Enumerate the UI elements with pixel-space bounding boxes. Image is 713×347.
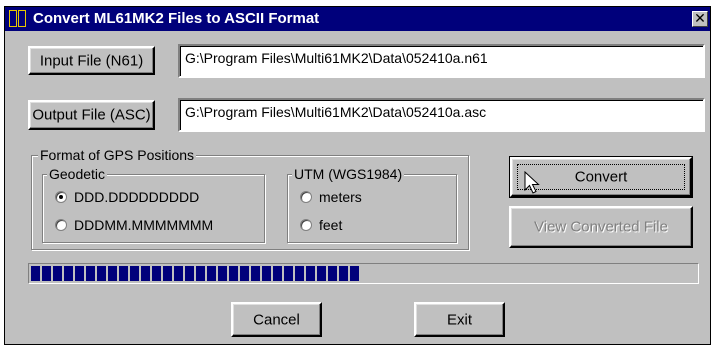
radio-feet-label: feet bbox=[319, 217, 343, 233]
progress-block bbox=[240, 266, 249, 281]
gps-format-group-label: Format of GPS Positions bbox=[38, 147, 197, 163]
exit-button-label: Exit bbox=[446, 311, 472, 328]
input-file-button-label: Input File (N61) bbox=[39, 52, 144, 69]
progress-block bbox=[273, 266, 282, 281]
app-icon bbox=[9, 10, 29, 28]
progress-block bbox=[119, 266, 128, 281]
radio-meters[interactable]: meters bbox=[300, 189, 362, 205]
progress-block bbox=[130, 266, 139, 281]
radio-dddmm-decimal-label: DDDMM.MMMMMMM bbox=[74, 217, 214, 233]
progress-block bbox=[163, 266, 172, 281]
progress-block bbox=[75, 266, 84, 281]
progress-block bbox=[64, 266, 73, 281]
progress-block bbox=[317, 266, 326, 281]
geodetic-group-label: Geodetic bbox=[47, 166, 108, 182]
radio-feet[interactable]: feet bbox=[300, 217, 342, 233]
progress-block bbox=[152, 266, 161, 281]
progress-block bbox=[207, 266, 216, 281]
convert-dialog: Convert ML61MK2 Files to ASCII Format ✕ … bbox=[4, 6, 711, 345]
progress-block bbox=[328, 266, 337, 281]
exit-button[interactable]: Exit bbox=[414, 302, 505, 337]
radio-dddmm-decimal[interactable]: DDDMM.MMMMMMM bbox=[55, 217, 213, 233]
view-converted-file-button-label: View Converted File bbox=[534, 218, 668, 236]
input-file-field[interactable]: G:\Program Files\Multi61MK2\Data\052410a… bbox=[178, 44, 705, 78]
progress-block bbox=[174, 266, 183, 281]
title-bar: Convert ML61MK2 Files to ASCII Format ✕ bbox=[5, 7, 710, 31]
radio-ddd-decimal[interactable]: DDD.DDDDDDDDD bbox=[55, 189, 199, 205]
cancel-button-label: Cancel bbox=[253, 311, 300, 328]
progress-block bbox=[86, 266, 95, 281]
radio-meters-label: meters bbox=[319, 189, 362, 205]
cancel-button[interactable]: Cancel bbox=[231, 302, 322, 337]
progress-block bbox=[284, 266, 293, 281]
progress-block bbox=[262, 266, 271, 281]
window-title: Convert ML61MK2 Files to ASCII Format bbox=[33, 10, 320, 27]
progress-block bbox=[42, 266, 51, 281]
progress-block bbox=[108, 266, 117, 281]
gps-format-group: Format of GPS Positions Geodetic DDD.DDD… bbox=[31, 147, 469, 250]
progress-block bbox=[306, 266, 315, 281]
radio-unchecked-icon bbox=[300, 191, 312, 203]
progress-fill bbox=[31, 266, 696, 281]
progress-block bbox=[350, 266, 359, 281]
mouse-pointer-icon bbox=[524, 171, 540, 194]
radio-unchecked-icon bbox=[55, 219, 67, 231]
radio-unchecked-icon bbox=[300, 219, 312, 231]
progress-block bbox=[251, 266, 260, 281]
progress-block bbox=[185, 266, 194, 281]
progress-block bbox=[196, 266, 205, 281]
progress-block bbox=[53, 266, 62, 281]
progress-block bbox=[229, 266, 238, 281]
utm-group: UTM (WGS1984) meters feet bbox=[287, 166, 457, 243]
output-file-button-label: Output File (ASC) bbox=[32, 106, 151, 124]
progress-block bbox=[218, 266, 227, 281]
output-file-button[interactable]: Output File (ASC) bbox=[28, 100, 155, 130]
close-icon[interactable]: ✕ bbox=[692, 11, 708, 27]
progress-block bbox=[141, 266, 150, 281]
output-file-field[interactable]: G:\Program Files\Multi61MK2\Data\052410a… bbox=[178, 98, 705, 132]
input-file-button[interactable]: Input File (N61) bbox=[28, 46, 155, 75]
geodetic-group: Geodetic DDD.DDDDDDDDD DDDMM.MMMMMMM bbox=[42, 166, 265, 243]
conversion-progress-bar bbox=[28, 263, 699, 284]
progress-block bbox=[339, 266, 348, 281]
utm-group-label: UTM (WGS1984) bbox=[292, 166, 405, 182]
progress-block bbox=[295, 266, 304, 281]
view-converted-file-button[interactable]: View Converted File bbox=[509, 206, 693, 248]
progress-block bbox=[97, 266, 106, 281]
radio-checked-icon bbox=[55, 191, 67, 203]
radio-ddd-decimal-label: DDD.DDDDDDDDD bbox=[74, 189, 200, 205]
progress-block bbox=[31, 266, 40, 281]
